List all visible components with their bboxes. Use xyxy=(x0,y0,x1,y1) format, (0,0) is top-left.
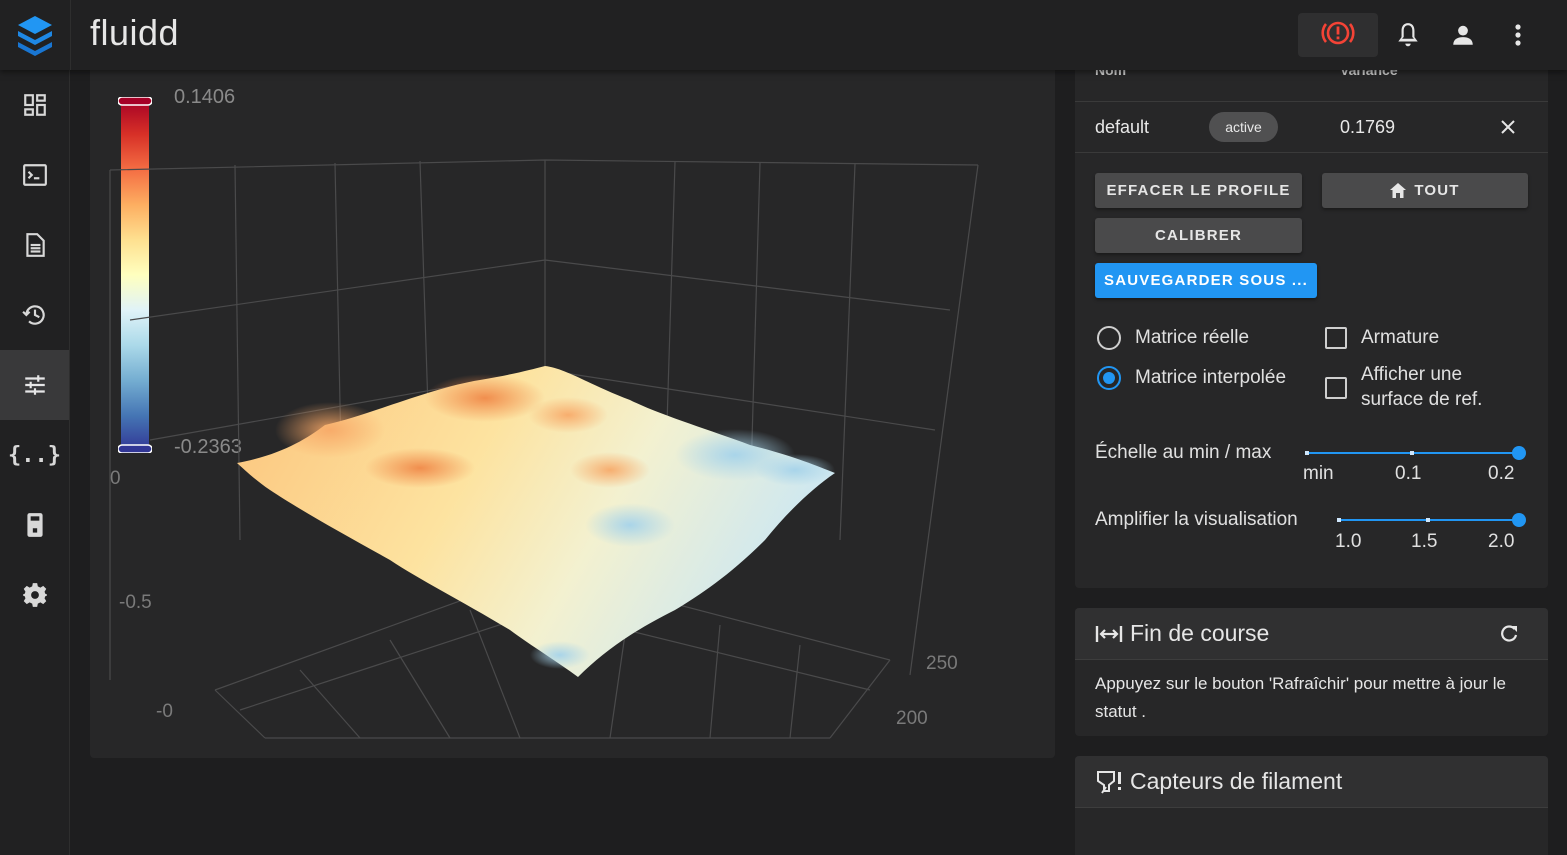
code-braces-icon: {..} xyxy=(8,442,61,468)
scale-slider-thumb[interactable] xyxy=(1512,446,1526,460)
account-icon[interactable] xyxy=(1448,20,1478,50)
checkbox-flat-label-2[interactable]: surface de ref. xyxy=(1361,387,1482,412)
radio-real-label[interactable]: Matrice réelle xyxy=(1135,325,1249,350)
clear-profile-button[interactable]: EFFACER LE PROFILE xyxy=(1095,173,1302,208)
radio-interpolated-matrix[interactable] xyxy=(1097,366,1121,390)
calibrate-button[interactable]: CALIBRER xyxy=(1095,218,1302,253)
amplify-slider-label: Amplifier la visualisation xyxy=(1095,509,1298,530)
home-all-label: TOUT xyxy=(1414,182,1460,199)
scale-tick-max: 0.2 xyxy=(1488,463,1515,484)
y-axis-tick-200: 200 xyxy=(896,708,928,729)
endstops-card-header[interactable]: Fin de course xyxy=(1075,608,1548,660)
emergency-stop-button[interactable] xyxy=(1298,13,1378,57)
nav-dashboard[interactable] xyxy=(0,70,69,140)
home-all-button[interactable]: TOUT xyxy=(1322,173,1528,208)
profile-variance: 0.1769 xyxy=(1340,117,1396,137)
checkbox-wireframe[interactable] xyxy=(1325,327,1347,349)
header-name[interactable]: Nom xyxy=(1095,70,1126,78)
nav-jobs[interactable] xyxy=(0,210,69,280)
close-icon[interactable] xyxy=(1496,115,1520,139)
filament-alert-icon xyxy=(1097,771,1121,794)
nav-history[interactable] xyxy=(0,280,69,350)
history-icon xyxy=(21,305,45,325)
sidebar: {..} xyxy=(0,70,70,855)
more-vert-icon[interactable] xyxy=(1503,20,1533,50)
amplify-tick-mid: 1.5 xyxy=(1411,531,1438,552)
amplify-tick-max: 2.0 xyxy=(1488,531,1515,552)
arrow-expand-horizontal-icon xyxy=(1095,626,1123,642)
save-as-button[interactable]: SAUVEGARDER SOUS ... xyxy=(1095,263,1317,298)
checkbox-flat-surface[interactable] xyxy=(1325,377,1347,399)
profile-name: default xyxy=(1095,117,1150,137)
bed-mesh-panel: Nom Variance default active 0.1769 EFFAC… xyxy=(1075,70,1548,588)
table-row[interactable]: default active 0.1769 xyxy=(1075,102,1548,153)
amplify-tick-min: 1.0 xyxy=(1335,531,1362,552)
fluidd-logo-icon[interactable] xyxy=(0,0,71,70)
amplify-slider-thumb[interactable] xyxy=(1512,513,1526,527)
z-axis-tick-mid: -0.5 xyxy=(119,592,152,613)
profiles-table-header: Nom Variance xyxy=(1075,70,1548,102)
filament-title: Capteurs de filament xyxy=(1130,768,1343,794)
nav-printer[interactable] xyxy=(0,490,69,560)
endstops-status-text: Appuyez sur le bouton 'Rafraîchir' pour … xyxy=(1095,674,1506,721)
header-variance[interactable]: Variance xyxy=(1340,70,1398,78)
amplify-slider[interactable] xyxy=(1337,513,1526,527)
settings-icon xyxy=(22,583,47,607)
radio-real-matrix[interactable] xyxy=(1097,326,1121,350)
nav-tune[interactable] xyxy=(0,350,69,420)
radio-interpolated-label[interactable]: Matrice interpolée xyxy=(1135,365,1286,390)
endstops-title: Fin de course xyxy=(1130,620,1270,646)
status-badge: active xyxy=(1209,112,1278,142)
emergency-stop-icon xyxy=(1321,19,1355,52)
tune-icon xyxy=(24,375,45,395)
home-icon xyxy=(1390,183,1407,198)
scale-tick-mid: 0.1 xyxy=(1395,463,1422,484)
endstops-card: Fin de course Appuyez sur le bouton 'Raf… xyxy=(1075,608,1548,736)
bell-icon[interactable] xyxy=(1393,20,1423,50)
bed-mesh-chart[interactable]: 0.1406 -0.2363 0 -0.5 -0 250 200 xyxy=(90,70,1055,758)
z-axis-tick-bottom: -0 xyxy=(156,701,173,722)
filament-sensors-card: Capteurs de filament xyxy=(1075,756,1548,855)
printer-icon xyxy=(26,513,43,537)
scale-tick-min: min xyxy=(1303,463,1334,484)
mesh-surface-plot xyxy=(109,159,979,739)
app-title: fluidd xyxy=(90,12,180,53)
checkbox-wireframe-label[interactable]: Armature xyxy=(1361,325,1439,350)
app-bar: fluidd xyxy=(0,0,1567,70)
jobs-icon xyxy=(25,233,45,257)
scale-slider-label: Échelle au min / max xyxy=(1095,442,1272,463)
filament-card-header[interactable]: Capteurs de filament xyxy=(1075,756,1548,808)
nav-settings[interactable] xyxy=(0,560,69,630)
nav-macros[interactable]: {..} xyxy=(0,420,69,490)
y-axis-tick-250: 250 xyxy=(926,653,958,674)
checkbox-flat-label-1[interactable]: Afficher une xyxy=(1361,362,1462,387)
console-icon xyxy=(22,164,47,186)
dashboard-icon xyxy=(23,94,46,116)
scale-slider[interactable] xyxy=(1305,446,1526,460)
z-axis-tick-top: 0 xyxy=(110,468,121,489)
nav-console[interactable] xyxy=(0,140,69,210)
refresh-icon[interactable] xyxy=(1499,624,1519,644)
